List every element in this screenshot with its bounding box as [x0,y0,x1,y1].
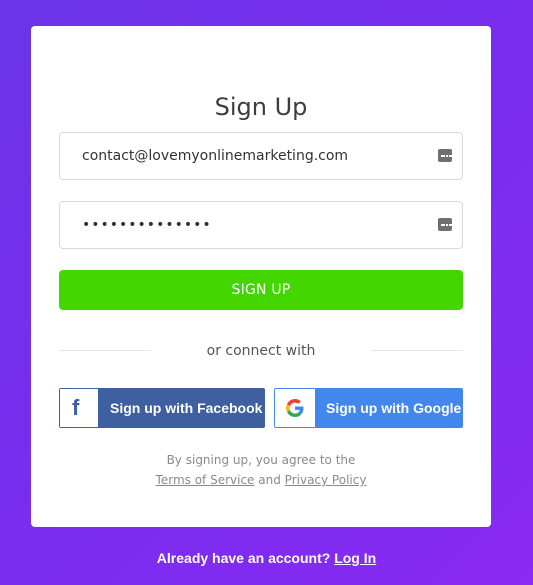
terms-prefix: By signing up, you agree to the [166,453,356,467]
facebook-icon-box: f [60,389,98,427]
facebook-signup-button[interactable]: f Sign up with Facebook [59,388,265,428]
password-field[interactable] [60,202,420,248]
password-field-wrapper [59,201,463,249]
terms-and-text: and [258,473,281,487]
terms-notice: By signing up, you agree to the Terms of… [31,450,491,490]
privacy-policy-link[interactable]: Privacy Policy [285,473,367,487]
divider-text: or connect with [206,343,316,359]
page-title: Sign Up [214,93,308,121]
facebook-icon: f [72,395,80,420]
password-manager-icon[interactable] [438,149,453,162]
google-icon-box [275,389,315,427]
facebook-signup-label: Sign up with Facebook [110,400,263,416]
terms-links: Terms of Service and Privacy Policy [31,470,491,490]
login-prompt: Already have an account? Log In [0,549,533,567]
login-link[interactable]: Log In [334,550,376,566]
signup-button[interactable]: SIGN UP [59,270,463,310]
google-signup-label: Sign up with Google [326,400,462,416]
signup-card: Sign Up SIGN UP or connect with f Sign u… [31,26,491,527]
login-prompt-text: Already have an account? [156,550,331,566]
email-field-wrapper [59,132,463,180]
google-icon [286,399,304,417]
email-field[interactable] [60,133,420,179]
password-manager-icon[interactable] [438,218,453,231]
google-signup-button[interactable]: Sign up with Google [274,388,463,428]
divider-line-right [371,350,463,351]
terms-of-service-link[interactable]: Terms of Service [156,473,255,487]
